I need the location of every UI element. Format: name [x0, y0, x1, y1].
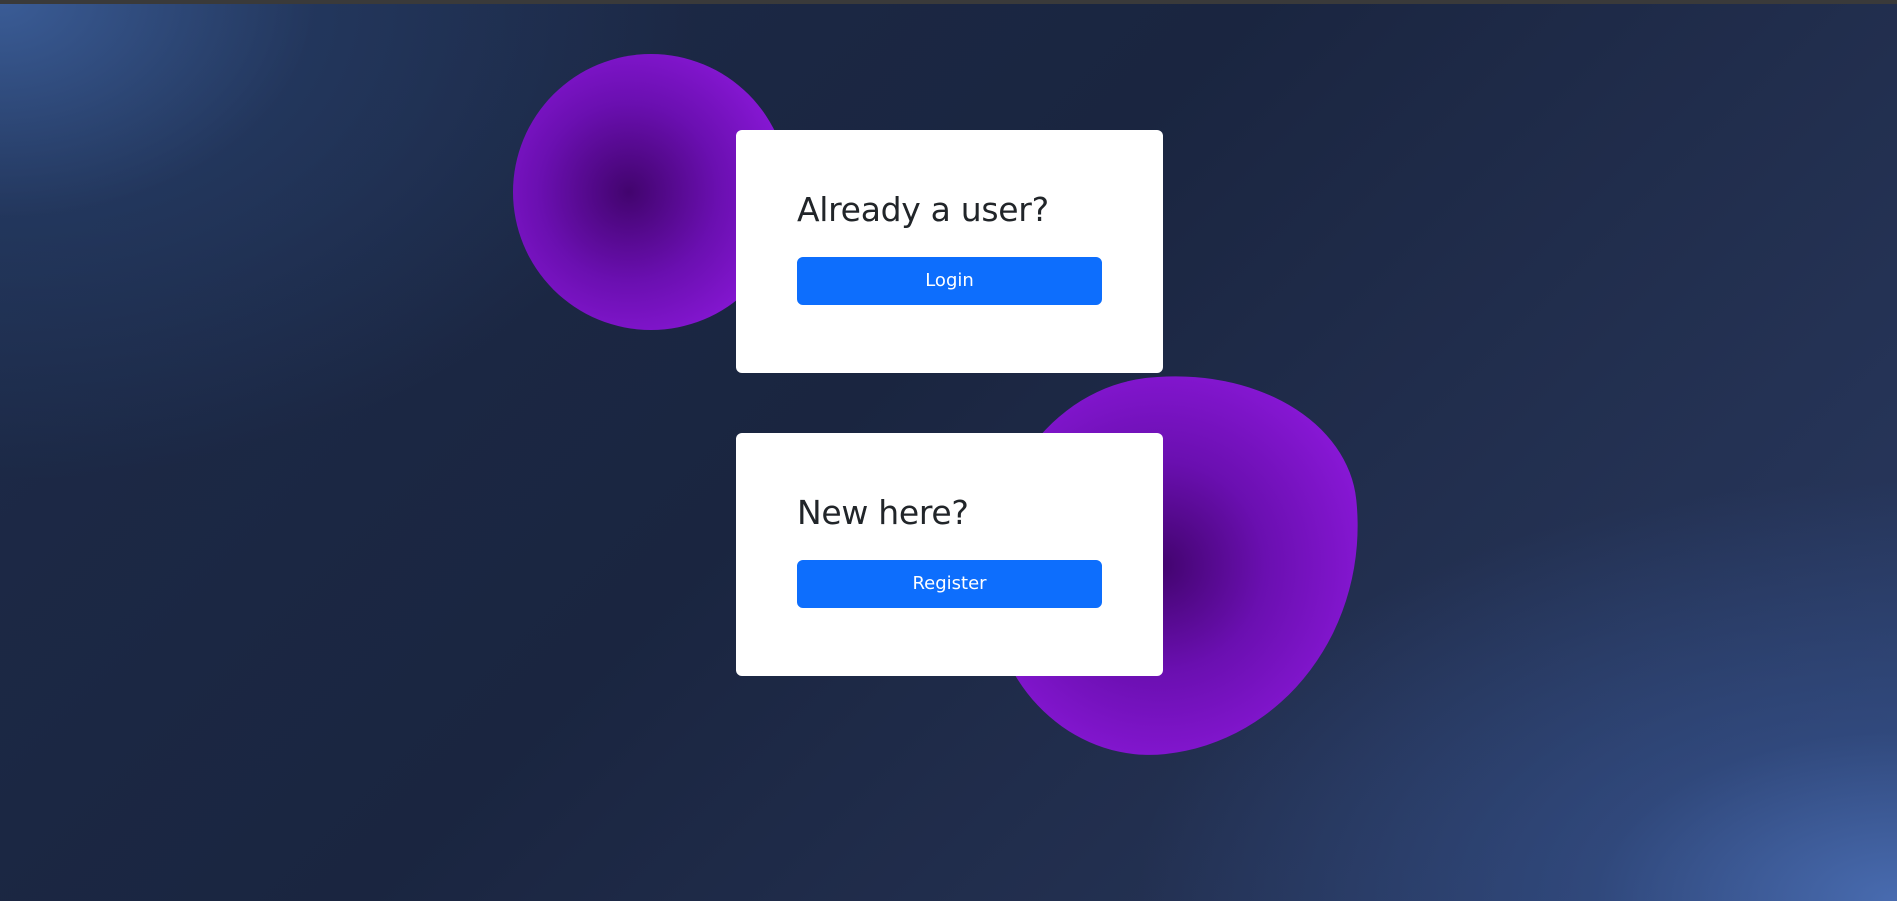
login-heading: Already a user?	[797, 190, 1049, 229]
login-card: Already a user? Login	[736, 130, 1163, 373]
login-button[interactable]: Login	[797, 256, 1102, 305]
register-button[interactable]: Register	[797, 559, 1102, 608]
register-card: New here? Register	[736, 433, 1163, 676]
register-heading: New here?	[797, 493, 969, 532]
window-top-bar	[0, 0, 1897, 4]
